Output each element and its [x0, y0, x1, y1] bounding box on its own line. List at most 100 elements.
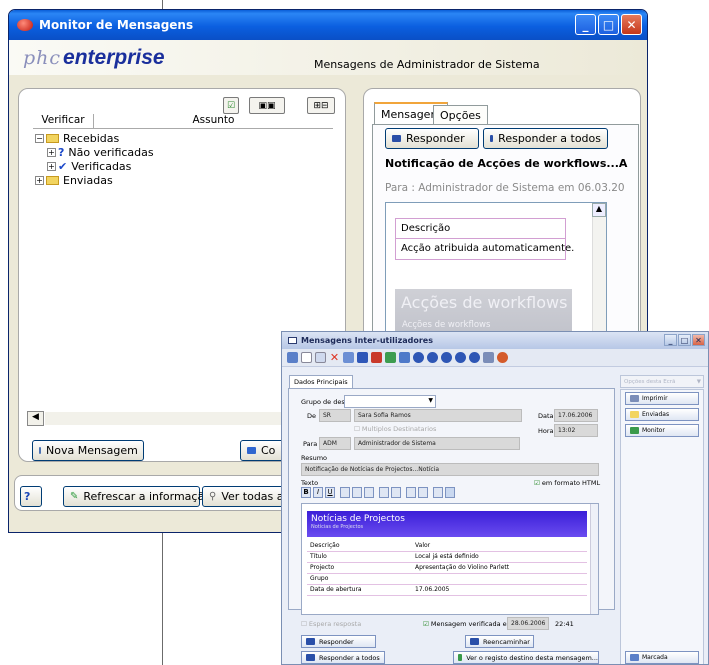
tab-opcoes[interactable]: Opções	[433, 105, 488, 125]
underline-icon[interactable]: U	[325, 487, 335, 498]
second-reply-button[interactable]: Responder	[301, 635, 376, 648]
tab-dados-principais[interactable]: Dados Principais	[289, 375, 353, 388]
side-options-select[interactable]: Opções desta Ecrã ▼	[620, 375, 704, 388]
tree-item-received[interactable]: − Recebidas	[35, 131, 154, 145]
view-options-icon[interactable]: ▣▣	[249, 97, 285, 114]
tree-item-sent[interactable]: + Enviadas	[35, 173, 154, 187]
color-icon[interactable]	[445, 487, 455, 498]
expects-reply-checkbox[interactable]: ☐ Espera resposta	[301, 620, 361, 628]
new-message-button[interactable]: Nova Mensagem	[32, 440, 144, 461]
row-description: Projecto	[307, 562, 412, 574]
column-assunto[interactable]: Assunto	[93, 114, 333, 129]
indent-icon[interactable]	[418, 487, 428, 498]
date-field[interactable]: 17.06.2006	[554, 409, 598, 422]
scroll-up-button[interactable]: ▲	[592, 203, 606, 217]
table-header-row: Descrição Valor	[307, 540, 587, 552]
news-table: Descrição Valor Título Local já está defi…	[307, 540, 587, 596]
reply-icon	[306, 638, 315, 645]
maximize-button[interactable]: □	[598, 14, 619, 35]
row-value: 17.06.2005	[412, 584, 587, 596]
refresh-button[interactable]: ✎ Refrescar a informação	[63, 486, 211, 507]
header-descricao: Descrição	[307, 540, 412, 552]
help-icon: ?	[24, 490, 31, 503]
message-recipient: Para : Administrador de Sistema em 06.03…	[385, 182, 625, 194]
horizontal-scrollbar[interactable]	[45, 412, 307, 425]
html-format-checkbox[interactable]: ☑ em formato HTML	[534, 479, 600, 487]
copy-icon[interactable]	[315, 352, 326, 363]
next-record-icon[interactable]	[441, 352, 452, 363]
forward-button[interactable]: Reencaminhar	[465, 635, 534, 648]
refresh-record-icon[interactable]	[469, 352, 480, 363]
export-icon[interactable]	[385, 352, 396, 363]
delete-icon[interactable]: ✕	[329, 352, 340, 363]
new-icon[interactable]	[301, 352, 312, 363]
find-icon[interactable]	[399, 352, 410, 363]
reply-button[interactable]: Responder	[385, 128, 479, 149]
expand-collapse-icon[interactable]: ⊞⊟	[307, 97, 335, 114]
previous-record-icon[interactable]	[427, 352, 438, 363]
row-value: Local já está definido	[412, 551, 587, 563]
help-icon[interactable]	[497, 352, 508, 363]
verified-message-checkbox[interactable]: ☑ Mensagem verificada em	[423, 620, 513, 628]
last-record-icon[interactable]	[455, 352, 466, 363]
close-button[interactable]: ✕	[621, 14, 642, 35]
see-record-button[interactable]: Ver o registo destino desta mensagem...	[453, 651, 599, 664]
align-center-icon[interactable]	[352, 487, 362, 498]
align-left-icon[interactable]	[340, 487, 350, 498]
first-record-icon[interactable]	[413, 352, 424, 363]
minimize-button[interactable]: _	[575, 14, 596, 35]
verified-date-field[interactable]: 28.06.2006	[507, 617, 549, 630]
record-icon	[458, 654, 463, 661]
users-icon[interactable]	[371, 352, 382, 363]
align-right-icon[interactable]	[364, 487, 374, 498]
help-button[interactable]: ?	[20, 486, 42, 507]
html-editor[interactable]: Notícias de Projectos Notícias de Projec…	[301, 503, 599, 615]
see-all-button[interactable]: ⚲ Ver todas as	[202, 486, 289, 507]
print-icon[interactable]	[483, 352, 494, 363]
summary-label: Resumo	[301, 454, 328, 462]
numbering-icon[interactable]	[391, 487, 401, 498]
multiple-recipients-checkbox[interactable]: ☐ Multiplos Destinatarios	[354, 425, 436, 433]
search-icon: ⚲	[209, 491, 217, 502]
to-code-field[interactable]: ADM	[319, 437, 351, 450]
row-value	[412, 573, 587, 585]
tree-item-verified[interactable]: + ✔ Verificadas	[35, 159, 154, 173]
guide-line-bottom	[162, 532, 163, 665]
image-icon[interactable]	[433, 487, 443, 498]
outdent-icon[interactable]	[406, 487, 416, 498]
app-icon	[17, 19, 33, 31]
bold-icon[interactable]: B	[301, 487, 311, 498]
from-code-field[interactable]: SR	[319, 409, 351, 422]
bullets-icon[interactable]	[379, 487, 389, 498]
second-close-button[interactable]: ✕	[692, 334, 705, 346]
tree-item-unverified[interactable]: +? Não verificadas	[35, 145, 154, 159]
from-name-field[interactable]: Sara Sofia Ramos	[354, 409, 522, 422]
monitor-icon	[630, 427, 639, 434]
group-select[interactable]: ▼	[344, 395, 436, 408]
second-minimize-button[interactable]: _	[664, 334, 677, 346]
second-reply-all-button[interactable]: Responder a todos	[301, 651, 385, 664]
message-scrollbar[interactable]	[592, 203, 606, 351]
italic-icon[interactable]: I	[313, 487, 323, 498]
sent-button[interactable]: Enviadas	[625, 408, 699, 421]
column-verificar[interactable]: Verificar	[33, 114, 93, 129]
reply-all-icon	[490, 135, 494, 142]
scroll-left-button[interactable]: ◀	[27, 411, 44, 426]
check-all-icon[interactable]: ☑	[223, 97, 239, 114]
reply-all-button[interactable]: Responder a todos	[483, 128, 608, 149]
edit-icon[interactable]	[343, 352, 354, 363]
editor-scrollbar[interactable]	[590, 504, 598, 614]
table-header-descricao: Descrição	[401, 223, 451, 234]
reply-icon	[392, 135, 401, 142]
list-icon[interactable]	[357, 352, 368, 363]
summary-field[interactable]: Notificação de Notícias de Projectos...N…	[301, 463, 599, 476]
to-name-field[interactable]: Administrador de Sistema	[354, 437, 520, 450]
search-icon[interactable]	[287, 352, 298, 363]
print-button[interactable]: Imprimir	[625, 392, 699, 405]
message-title: Notificação de Acções de workflows...A	[385, 157, 628, 170]
second-maximize-button[interactable]: □	[678, 334, 691, 346]
monitor-button[interactable]: Monitor	[625, 424, 699, 437]
marked-button[interactable]: Marcada	[625, 651, 699, 664]
time-field[interactable]: 13:02	[554, 424, 598, 437]
table-divider	[395, 238, 566, 239]
